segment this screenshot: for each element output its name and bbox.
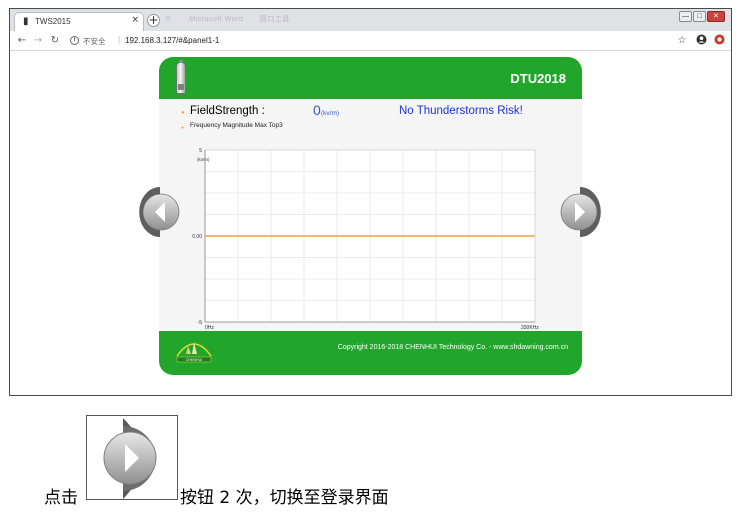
instruction-suffix: 按钮 2 次，切换至登录界面 bbox=[180, 488, 389, 508]
back-button[interactable]: ← bbox=[16, 34, 28, 47]
device-favicon-icon: ▮ bbox=[23, 16, 29, 27]
previous-panel-button[interactable] bbox=[137, 184, 181, 240]
maximize-button[interactable]: □ bbox=[693, 11, 706, 22]
security-label: 不安全 bbox=[83, 37, 106, 46]
y-unit-label: (kv/m) bbox=[197, 157, 210, 162]
account-glyph-icon bbox=[696, 34, 706, 45]
page-content: DTU2018 ● FieldStrength : 0 (kv/m) No Th… bbox=[10, 52, 731, 395]
company-logo-icon: CHENHUI bbox=[176, 342, 212, 363]
url-text[interactable]: 192.168.3.127/#&panel1-1 bbox=[125, 36, 219, 45]
y-tick-label: 5 bbox=[199, 148, 202, 154]
background-tabs[interactable]: 0 .Microsoft Word 圆口工具 bbox=[166, 14, 366, 25]
account-icon[interactable] bbox=[695, 34, 707, 47]
background-tab[interactable]: .Microsoft Word bbox=[187, 16, 243, 23]
url-divider: | bbox=[118, 35, 121, 44]
new-tab-button[interactable]: + bbox=[147, 14, 160, 27]
instruction-prefix: 点击 bbox=[44, 488, 78, 508]
extension-icon[interactable] bbox=[713, 34, 725, 47]
star-icon[interactable]: ☆ bbox=[676, 34, 688, 47]
tab-close-icon[interactable]: × bbox=[131, 15, 139, 25]
background-tab[interactable]: 0 bbox=[166, 16, 170, 23]
extension-glyph-icon bbox=[714, 34, 724, 45]
next-button-thumbnail bbox=[86, 415, 178, 500]
company-logo-text: CHENHUI bbox=[186, 358, 202, 362]
minimize-button[interactable]: — bbox=[679, 11, 692, 22]
browser-tab[interactable]: ▮ TWS2015 × bbox=[14, 12, 144, 31]
address-bar[interactable]: i 不安全 | 192.168.3.127/#&panel1-1 bbox=[68, 34, 668, 48]
browser-screenshot: ▮ TWS2015 × + 0 .Microsoft Word 圆口工具 — □… bbox=[9, 8, 732, 396]
background-tab[interactable]: 圆口工具 bbox=[260, 16, 290, 23]
window-controls: — □ ✕ bbox=[678, 11, 725, 23]
tab-strip: ▮ TWS2015 × + 0 .Microsoft Word 圆口工具 — □… bbox=[10, 9, 731, 31]
reload-button[interactable]: ↻ bbox=[49, 34, 61, 47]
close-window-button[interactable]: ✕ bbox=[707, 11, 725, 22]
copyright-text: Copyright 2016-2018 CHENHUI Technology C… bbox=[337, 344, 568, 351]
next-panel-button[interactable] bbox=[559, 184, 603, 240]
dtu-panel: DTU2018 ● FieldStrength : 0 (kv/m) No Th… bbox=[159, 57, 582, 375]
browser-toolbar: ← → ↻ i 不安全 | 192.168.3.127/#&panel1-1 ☆ bbox=[10, 31, 731, 51]
panel-footer: CHENHUI Copyright 2016-2018 CHENHUI Tech… bbox=[159, 331, 582, 375]
forward-button[interactable]: → bbox=[32, 34, 44, 47]
next-arrow-illustration-icon bbox=[103, 418, 157, 499]
y-tick-label: -5 bbox=[198, 320, 203, 326]
info-icon[interactable]: i bbox=[70, 36, 79, 45]
tab-title: TWS2015 bbox=[35, 17, 71, 26]
frequency-chart: 50.00-5(kv/m)0Hz 330KHz bbox=[192, 148, 539, 331]
y-tick-label: 0.00 bbox=[192, 234, 202, 240]
